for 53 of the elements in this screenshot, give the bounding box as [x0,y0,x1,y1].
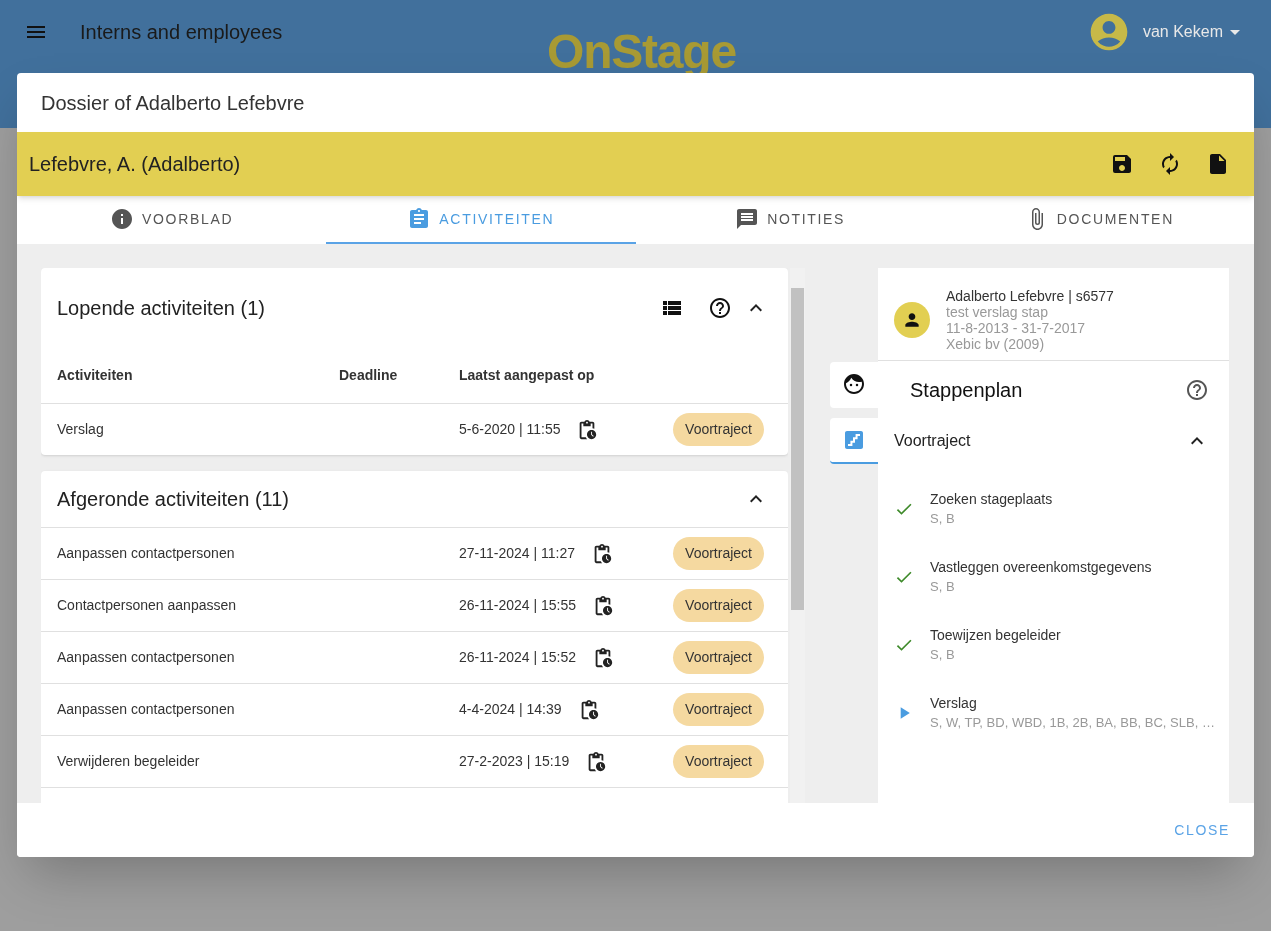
phase-tag: Voortraject [673,693,764,726]
side-tab[interactable] [830,362,878,408]
step-roles: S, B [930,646,956,664]
activity-cell-text: Verwijderen begeleider [57,752,201,771]
help-icon[interactable] [708,296,732,320]
message-icon [735,207,760,231]
step-roles: S, B [930,510,956,528]
card-title: Lopende activiteiten (1) [57,296,266,321]
tab[interactable]: VOORBLAD [17,196,327,244]
profile-name: Adalberto Lefebvre | s6577 [946,288,1114,304]
person-name: Lefebvre, A. (Adalberto) [29,152,242,177]
profile-detail: test verslag stap [946,304,1049,320]
column-header: Activiteiten [57,366,134,385]
user-name[interactable]: van Kekem [1142,20,1223,44]
logo: OnStage [547,28,736,76]
phase-tag: Voortraject [673,745,764,778]
step-name[interactable]: Zoeken stageplaats [930,489,1053,509]
modified-cell-text: 4-4-2024 | 14:39 [459,700,562,719]
phase-tag: Voortraject [673,413,764,446]
activity-cell-text: Contactpersonen aanpassen [57,596,238,615]
help-icon[interactable] [1185,378,1209,402]
activity-cell-text: Aanpassen contactpersonen [57,544,236,563]
step-name[interactable]: Verslag [930,693,1215,713]
plan-title: Stappenplan [910,378,1024,403]
modified-cell-text: 26-11-2024 | 15:55 [459,596,577,615]
stairs-icon [842,428,866,452]
activity-cell-text: Aanpassen contactpersonen [57,700,236,719]
tab[interactable]: DOCUMENTEN [944,196,1254,244]
modified-cell-text: 26-11-2024 | 15:52 [459,648,577,667]
column-header: Laatst aangepast op [459,366,595,385]
profile-detail: 11-8-2013 - 31-7-2017 [946,320,1087,336]
profile-detail: Xebic bv (2009) [946,336,1046,352]
card-title: Afgeronde activiteiten (11) [57,487,290,512]
step-name[interactable]: Vastleggen overeenkomstgegevens [930,557,1152,577]
column-header: Deadline [339,366,399,385]
app-title: Interns and employees [80,20,283,45]
phase-header[interactable]: Voortraject [894,429,1185,453]
modified-cell-text: 27-11-2024 | 11:27 [459,544,575,563]
activity-cell-text: Verslag [57,420,105,439]
phase-tag: Voortraject [673,641,764,674]
modified-cell-text: 27-2-2023 | 15:19 [459,752,570,771]
modified-cell-text: 5-6-2020 | 11:55 [459,420,561,439]
face-icon [842,372,866,396]
tab[interactable]: NOTITIES [635,196,945,244]
step-name[interactable]: Toewijzen begeleider [930,625,1061,645]
activity-cell-text: Aanpassen contactpersonen [57,648,236,667]
step-roles: S, B [930,578,956,596]
step-roles: S, W, TP, BD, WBD, 1B, 2B, BA, BB, BC, SLB, … [930,714,1215,732]
phase-tag: Voortraject [673,589,764,622]
phase-tag: Voortraject [673,537,764,570]
dialog-title: Dossier of Adalberto Lefebvre [41,90,305,116]
info-icon [110,207,134,231]
save-icon[interactable] [1110,152,1134,176]
